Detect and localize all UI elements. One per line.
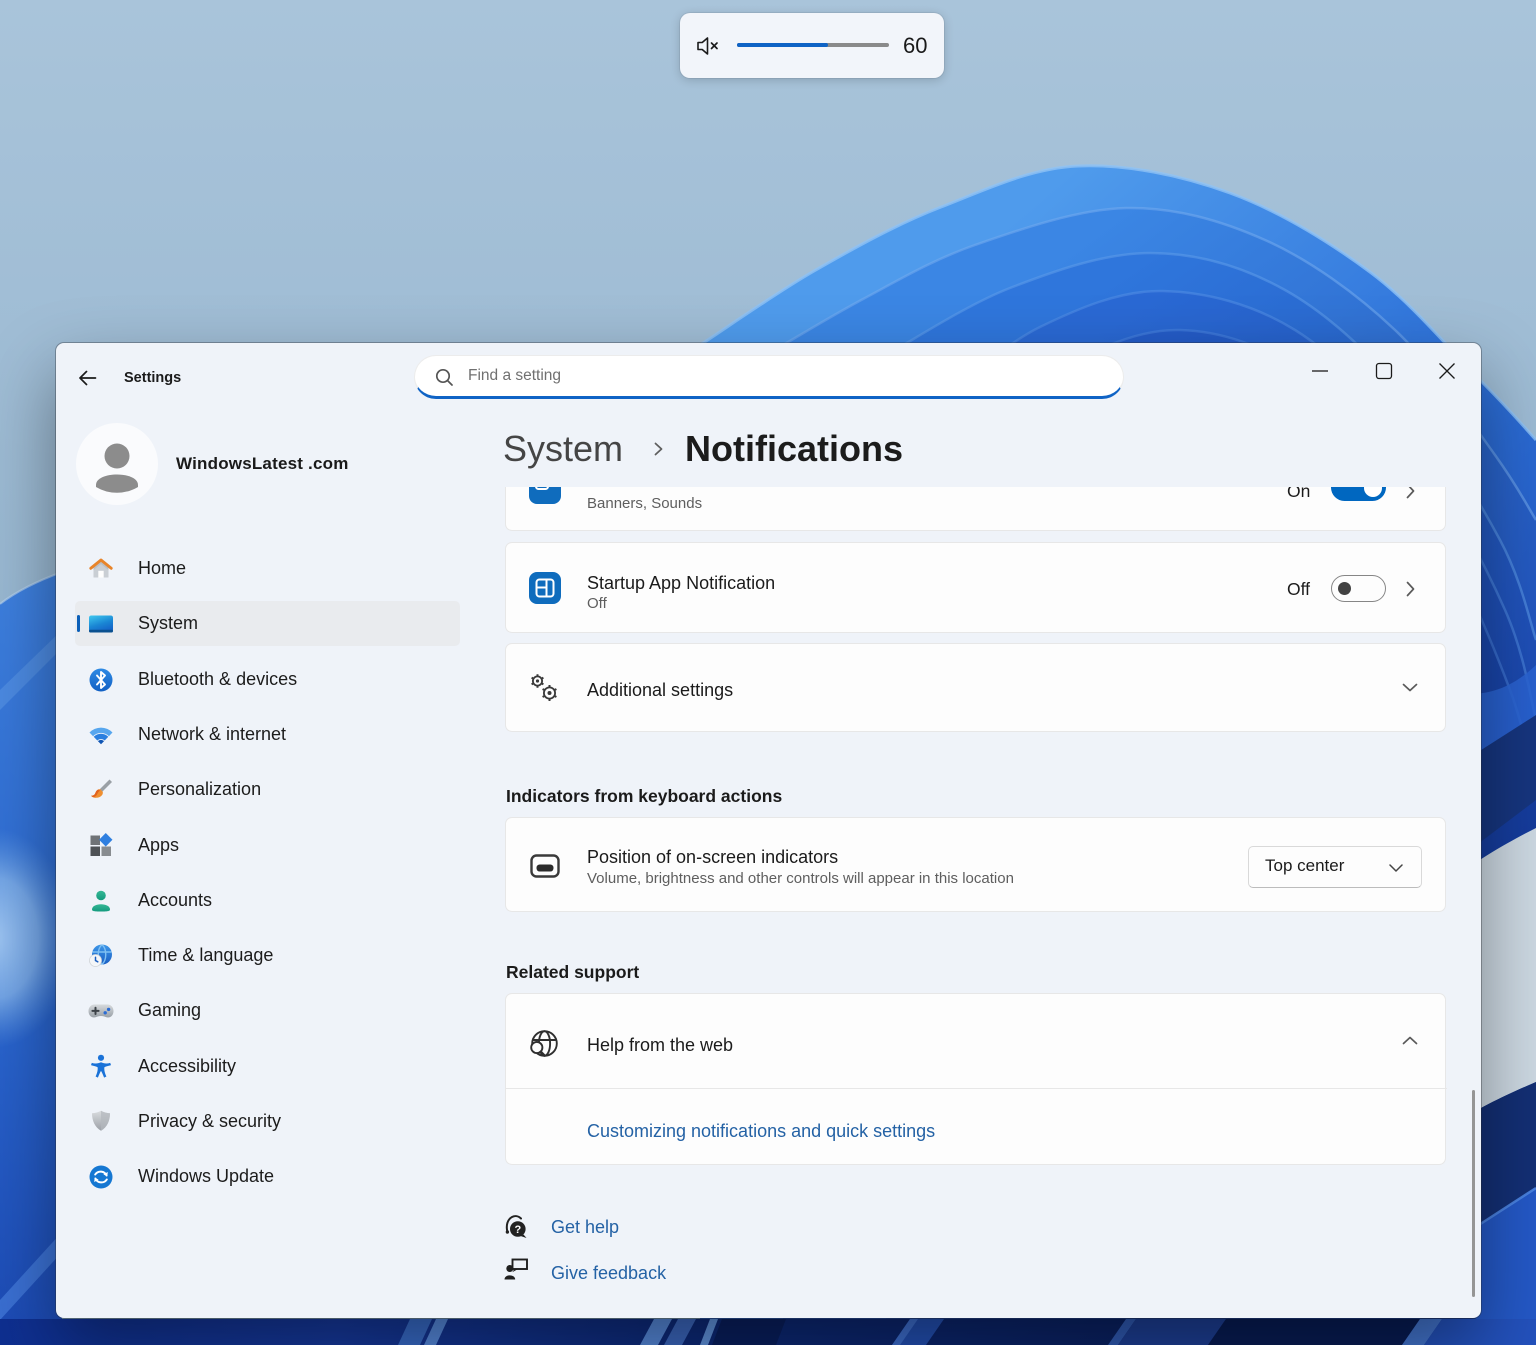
svg-text:?: ? bbox=[515, 1224, 522, 1236]
